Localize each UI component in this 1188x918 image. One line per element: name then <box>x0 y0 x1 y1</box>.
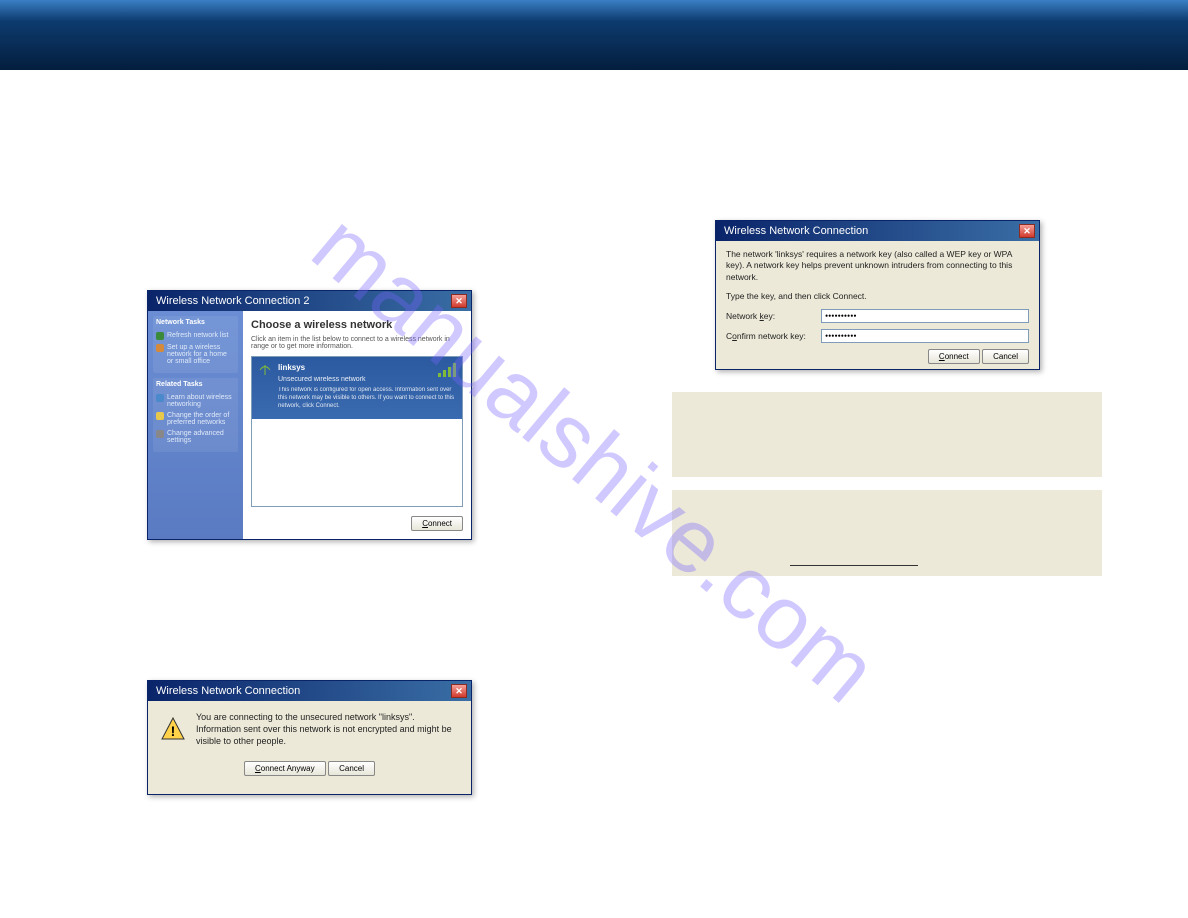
network-item[interactable]: linksys Unsecured wireless network This … <box>252 357 462 419</box>
connect-button[interactable]: Connect <box>928 349 980 364</box>
warning-icon: ! <box>160 716 186 742</box>
confirm-key-input[interactable] <box>821 329 1029 343</box>
refresh-icon <box>156 332 164 340</box>
sidebar-item-label: Set up a wireless network for a home or … <box>167 344 235 365</box>
titlebar: Wireless Network Connection ✕ <box>716 221 1039 241</box>
sidebar-header-network-tasks: Network Tasks <box>156 319 235 326</box>
network-key-window: Wireless Network Connection ✕ The networ… <box>715 220 1040 370</box>
note-box-1 <box>672 392 1102 477</box>
network-desc: This network is configured for open acce… <box>278 387 456 410</box>
top-banner <box>0 0 1188 70</box>
close-icon[interactable]: ✕ <box>451 294 467 308</box>
window-title: Wireless Network Connection <box>156 685 300 697</box>
main-subtext: Click an item in the list below to conne… <box>251 336 463 350</box>
connect-button[interactable]: Connect <box>411 516 463 531</box>
close-icon[interactable]: ✕ <box>1019 224 1035 238</box>
type-instruction: Type the key, and then click Connect. <box>726 291 1029 301</box>
cancel-button[interactable]: Cancel <box>328 761 375 776</box>
sidebar-item-label: Learn about wireless networking <box>167 394 235 408</box>
window-title: Wireless Network Connection <box>724 225 868 237</box>
wireless-list-window: Wireless Network Connection 2 ✕ Network … <box>147 290 472 540</box>
sidebar-item-learn[interactable]: Learn about wireless networking <box>156 392 235 410</box>
sidebar-header-related: Related Tasks <box>156 381 235 388</box>
info-icon <box>156 394 164 402</box>
sidebar-item-label: Change the order of preferred networks <box>167 412 235 426</box>
window-title: Wireless Network Connection 2 <box>156 295 309 307</box>
content-area: Wireless Network Connection 2 ✕ Network … <box>0 70 1188 918</box>
setup-icon <box>156 344 164 352</box>
sidebar: Network Tasks Refresh network list Set u… <box>148 311 243 539</box>
star-icon <box>156 412 164 420</box>
key-info-text: The network 'linksys' requires a network… <box>726 249 1029 283</box>
titlebar: Wireless Network Connection ✕ <box>148 681 471 701</box>
unsecured-warning-window: Wireless Network Connection ✕ ! You are … <box>147 680 472 795</box>
close-icon[interactable]: ✕ <box>451 684 467 698</box>
confirm-key-label: Confirm network key: <box>726 331 821 341</box>
main-heading: Choose a wireless network <box>251 319 463 331</box>
titlebar: Wireless Network Connection 2 ✕ <box>148 291 471 311</box>
warning-text: You are connecting to the unsecured netw… <box>196 711 459 747</box>
network-status: Unsecured wireless network <box>278 376 456 383</box>
signal-strength-icon <box>438 363 456 377</box>
antenna-icon <box>258 363 272 377</box>
sidebar-item-advanced[interactable]: Change advanced settings <box>156 428 235 446</box>
note-underline <box>790 565 918 566</box>
connect-anyway-button[interactable]: Connect Anyway <box>244 761 326 776</box>
note-box-2 <box>672 490 1102 576</box>
network-key-input[interactable] <box>821 309 1029 323</box>
sidebar-item-label: Change advanced settings <box>167 430 235 444</box>
cancel-button[interactable]: Cancel <box>982 349 1029 364</box>
network-key-label: Network key: <box>726 311 821 321</box>
sidebar-item-refresh[interactable]: Refresh network list <box>156 330 235 342</box>
network-list: linksys Unsecured wireless network This … <box>251 356 463 507</box>
network-name: linksys <box>278 363 456 372</box>
gear-icon <box>156 430 164 438</box>
sidebar-item-label: Refresh network list <box>167 332 228 340</box>
sidebar-item-order[interactable]: Change the order of preferred networks <box>156 410 235 428</box>
svg-text:!: ! <box>171 723 176 739</box>
sidebar-item-setup[interactable]: Set up a wireless network for a home or … <box>156 342 235 367</box>
